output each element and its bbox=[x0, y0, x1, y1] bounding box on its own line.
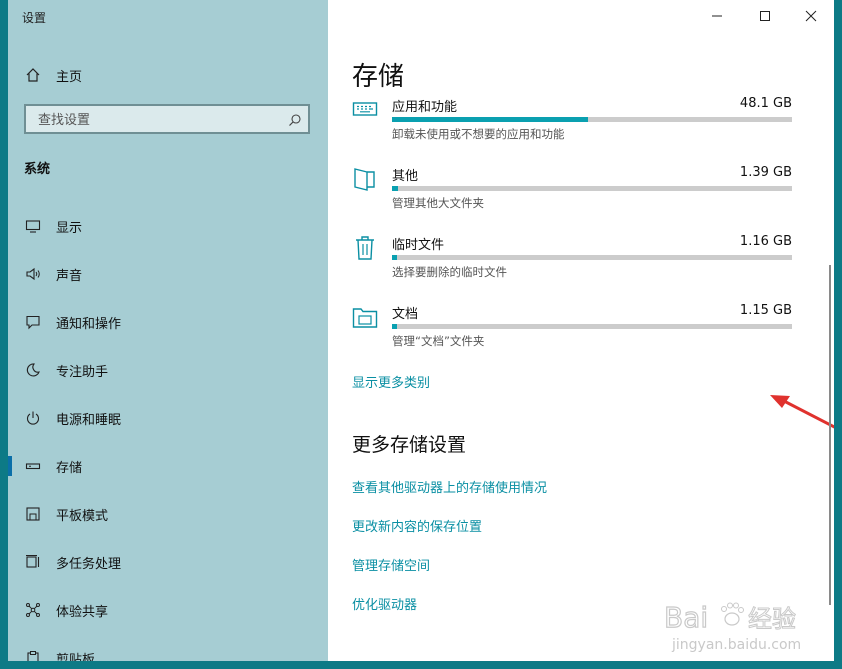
usage-bar bbox=[392, 255, 792, 260]
sidebar-item-label: 通知和操作 bbox=[56, 316, 122, 332]
show-more-categories-link[interactable]: 显示更多类别 bbox=[352, 372, 430, 391]
storage-item-name: 临时文件 bbox=[392, 238, 445, 253]
sidebar-item-label: 主页 bbox=[56, 69, 83, 85]
storage-item-other[interactable]: 其他 1.39 GB 管理其他大文件夹 bbox=[352, 165, 792, 225]
sidebar-item-label: 显示 bbox=[56, 220, 83, 236]
storage-item-name: 文档 bbox=[392, 307, 419, 322]
monitor-icon bbox=[24, 217, 42, 235]
link-manage-storage-spaces[interactable]: 管理存储空间 bbox=[352, 555, 430, 574]
usage-bar-fill bbox=[392, 186, 398, 191]
sidebar-item-clipboard[interactable]: 剪贴板 bbox=[8, 638, 328, 661]
minimize-icon bbox=[712, 15, 722, 17]
usage-bar bbox=[392, 186, 792, 191]
window-title: 设置 bbox=[22, 11, 47, 25]
watermark-brand: Bai bbox=[664, 601, 708, 634]
storage-item-size: 48.1 GB bbox=[739, 96, 792, 111]
sidebar-item-label: 剪贴板 bbox=[56, 652, 96, 662]
clipboard-icon bbox=[24, 649, 42, 661]
storage-item-documents[interactable]: 文档 1.15 GB 管理“文档”文件夹 bbox=[352, 303, 792, 363]
storage-item-description: 管理“文档”文件夹 bbox=[392, 334, 485, 348]
tablet-icon bbox=[24, 505, 42, 523]
sidebar-item-display[interactable]: 显示 bbox=[8, 206, 328, 246]
paw-logo bbox=[721, 602, 744, 626]
maximize-button[interactable] bbox=[742, 0, 788, 32]
usage-bar bbox=[392, 324, 792, 329]
storage-item-temp-files[interactable]: 临时文件 1.16 GB 选择要删除的临时文件 bbox=[352, 234, 792, 294]
search-box[interactable] bbox=[24, 104, 310, 134]
power-icon bbox=[24, 409, 42, 427]
link-other-drives-usage[interactable]: 查看其他驱动器上的存储使用情况 bbox=[352, 477, 547, 496]
home-icon bbox=[24, 66, 42, 84]
sidebar-item-focus-assist[interactable]: 专注助手 bbox=[8, 350, 328, 390]
window-bottom-edge bbox=[0, 661, 842, 669]
storage-item-size: 1.15 GB bbox=[739, 303, 792, 318]
storage-item-name: 应用和功能 bbox=[392, 100, 458, 115]
page-title: 存储 bbox=[352, 62, 405, 92]
storage-item-name: 其他 bbox=[392, 169, 419, 184]
storage-icon bbox=[24, 457, 42, 475]
settings-window: 设置 主页 系统 显示 声音 bbox=[8, 0, 834, 661]
sidebar-item-label: 平板模式 bbox=[56, 508, 109, 524]
storage-item-description: 卸载未使用或不想要的应用和功能 bbox=[392, 127, 565, 141]
usage-bar-fill bbox=[392, 255, 397, 260]
storage-item-description: 管理其他大文件夹 bbox=[392, 196, 484, 210]
multitask-icon bbox=[24, 553, 42, 571]
speaker-icon bbox=[24, 265, 42, 283]
maximize-icon bbox=[760, 11, 770, 21]
minimize-button[interactable] bbox=[694, 0, 740, 32]
storage-item-description: 选择要删除的临时文件 bbox=[392, 265, 507, 279]
active-indicator bbox=[8, 456, 12, 476]
sidebar-item-home[interactable]: 主页 bbox=[8, 60, 328, 90]
watermark-url: jingyan.baidu.com bbox=[671, 637, 801, 653]
sidebar-item-tablet-mode[interactable]: 平板模式 bbox=[8, 494, 328, 534]
sidebar-item-storage[interactable]: 存储 bbox=[8, 446, 328, 486]
scrollbar[interactable] bbox=[829, 265, 831, 605]
notification-icon bbox=[24, 313, 42, 331]
red-arrow-annotation bbox=[770, 395, 834, 429]
share-icon bbox=[24, 601, 42, 619]
search-icon[interactable] bbox=[288, 112, 302, 126]
sidebar-item-label: 电源和睡眠 bbox=[56, 412, 122, 428]
sidebar-item-power[interactable]: 电源和睡眠 bbox=[8, 398, 328, 438]
keyboard-icon bbox=[352, 96, 378, 122]
close-icon bbox=[805, 10, 817, 22]
watermark-brand2: 经验 bbox=[748, 605, 796, 633]
more-storage-settings-heading: 更多存储设置 bbox=[352, 434, 467, 456]
storage-item-size: 1.16 GB bbox=[739, 234, 792, 249]
main-content: 存储 应用和功能 48.1 GB 卸载未使用或不想要的应用和功能 其他 1.39… bbox=[328, 0, 834, 661]
folder-icon bbox=[352, 165, 378, 191]
close-button[interactable] bbox=[788, 0, 834, 32]
sidebar-item-notifications[interactable]: 通知和操作 bbox=[8, 302, 328, 342]
sidebar-item-label: 存储 bbox=[56, 460, 83, 476]
sidebar-item-sound[interactable]: 声音 bbox=[8, 254, 328, 294]
moon-icon bbox=[24, 361, 42, 379]
usage-bar-fill bbox=[392, 117, 588, 122]
link-change-save-location[interactable]: 更改新内容的保存位置 bbox=[352, 516, 482, 535]
baidu-jingyan-watermark: Bai 经验 jingyan.baidu.com bbox=[664, 600, 801, 653]
sidebar-item-label: 专注助手 bbox=[56, 364, 109, 380]
section-heading: 系统 bbox=[24, 162, 51, 177]
sidebar-item-label: 体验共享 bbox=[56, 604, 109, 620]
sidebar-item-shared-experiences[interactable]: 体验共享 bbox=[8, 590, 328, 630]
sidebar-item-label: 多任务处理 bbox=[56, 556, 122, 572]
link-optimize-drives[interactable]: 优化驱动器 bbox=[352, 594, 417, 613]
sidebar-item-label: 声音 bbox=[56, 268, 83, 284]
documents-folder-icon bbox=[352, 303, 378, 329]
search-input[interactable] bbox=[36, 110, 280, 130]
storage-item-apps[interactable]: 应用和功能 48.1 GB 卸载未使用或不想要的应用和功能 bbox=[352, 96, 792, 156]
sidebar: 设置 主页 系统 显示 声音 bbox=[8, 0, 328, 661]
storage-item-size: 1.39 GB bbox=[739, 165, 792, 180]
sidebar-item-multitasking[interactable]: 多任务处理 bbox=[8, 542, 328, 582]
trash-icon bbox=[352, 234, 378, 260]
usage-bar bbox=[392, 117, 792, 122]
usage-bar-fill bbox=[392, 324, 397, 329]
